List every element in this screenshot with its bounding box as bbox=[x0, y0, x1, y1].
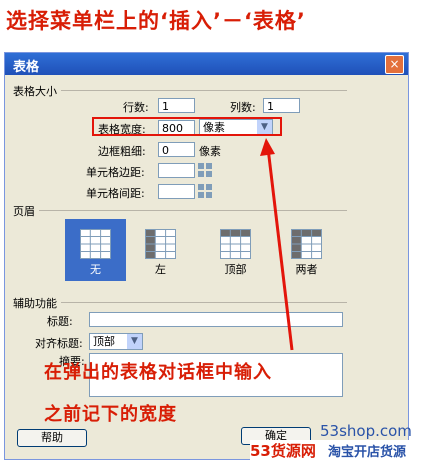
help-button[interactable]: 帮助 bbox=[17, 429, 87, 447]
header-option-both-label: 两者 bbox=[295, 263, 318, 276]
cols-input[interactable]: 1 bbox=[263, 98, 300, 113]
watermark-brand-sub: 淘宝开店货源 bbox=[328, 445, 407, 460]
accessibility-group bbox=[13, 302, 347, 304]
header-option-left[interactable]: 左 bbox=[130, 219, 191, 281]
header-option-top-label: 顶部 bbox=[224, 263, 247, 276]
caption-label: 标题: bbox=[47, 315, 73, 328]
cell-padding-label: 单元格边距: bbox=[86, 166, 145, 179]
table-top-header-icon bbox=[220, 229, 251, 259]
annotation-line-1: 在弹出的表格对话框中输入 bbox=[44, 362, 272, 383]
table-size-group-label: 表格大小 bbox=[13, 83, 61, 99]
header-option-none-label: 无 bbox=[90, 263, 101, 276]
tutorial-banner: 选择菜单栏上的‘插入’－‘表格’ bbox=[0, 0, 432, 50]
header-option-none[interactable]: 无 bbox=[65, 219, 126, 281]
chevron-down-icon[interactable]: ▼ bbox=[127, 334, 142, 349]
cell-spacing-input[interactable] bbox=[158, 184, 195, 199]
cols-label: 列数: bbox=[230, 101, 256, 114]
cell-padding-icon bbox=[198, 163, 213, 178]
close-icon[interactable]: × bbox=[385, 55, 404, 74]
align-caption-label: 对齐标题: bbox=[35, 337, 83, 350]
dialog-title: 表格 bbox=[13, 60, 40, 75]
header-option-left-label: 左 bbox=[155, 263, 166, 276]
align-caption-select[interactable]: 顶部 ▼ bbox=[89, 333, 143, 350]
rows-input[interactable]: 1 bbox=[158, 98, 195, 113]
cell-spacing-label: 单元格间距: bbox=[86, 187, 145, 200]
border-unit-label: 像素 bbox=[199, 145, 221, 158]
table-left-header-icon bbox=[145, 229, 176, 259]
table-both-header-icon bbox=[291, 229, 322, 259]
cell-padding-input[interactable] bbox=[158, 163, 195, 178]
align-caption-value: 顶部 bbox=[93, 335, 115, 348]
table-size-group bbox=[13, 90, 347, 92]
border-label: 边框粗细: bbox=[98, 145, 146, 158]
accessibility-group-label: 辅助功能 bbox=[13, 295, 61, 311]
border-input[interactable]: 0 bbox=[158, 142, 195, 157]
watermark-site: 53shop.com bbox=[320, 422, 412, 440]
width-highlight-box bbox=[92, 117, 282, 136]
banner-title: 选择菜单栏上的‘插入’－‘表格’ bbox=[6, 9, 306, 33]
dialog-titlebar[interactable]: 表格 × bbox=[5, 53, 408, 75]
rows-label: 行数: bbox=[123, 101, 149, 114]
annotation-line-2: 之前记下的宽度 bbox=[44, 404, 177, 425]
header-option-both[interactable]: 两者 bbox=[276, 219, 337, 281]
watermark-brand: 53货源网 bbox=[250, 442, 316, 460]
cell-spacing-icon bbox=[198, 184, 213, 199]
header-group bbox=[13, 210, 347, 212]
header-option-top[interactable]: 顶部 bbox=[205, 219, 266, 281]
watermark-brand-bar: 53货源网 淘宝开店货源 bbox=[250, 440, 432, 466]
table-none-icon bbox=[80, 229, 111, 259]
caption-input[interactable] bbox=[89, 312, 343, 327]
header-group-label: 页眉 bbox=[13, 203, 39, 219]
